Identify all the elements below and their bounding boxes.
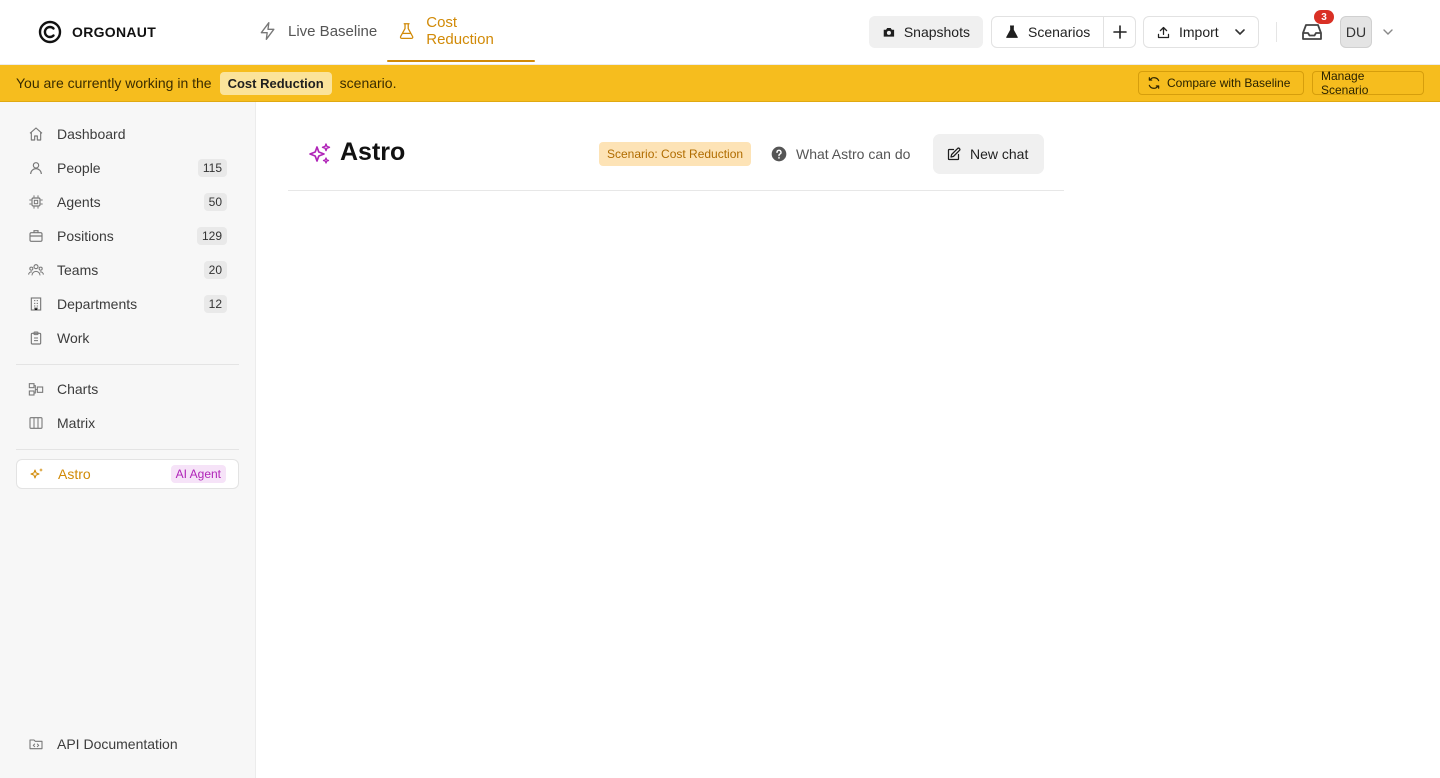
- orgonaut-logo-icon: [38, 20, 62, 44]
- edit-icon: [947, 147, 961, 160]
- sidebar-item-label: Matrix: [57, 415, 96, 431]
- sidebar-item-dashboard[interactable]: Dashboard: [16, 119, 239, 149]
- count-badge: 20: [203, 261, 227, 279]
- sparkles-icon: [309, 143, 331, 164]
- new-chat-label: New chat: [970, 146, 1029, 162]
- sidebar-item-work[interactable]: Work: [16, 323, 239, 353]
- sidebar-item-label: API Documentation: [57, 736, 178, 752]
- snapshots-button[interactable]: Snapshots: [869, 16, 983, 48]
- sidebar-item-charts[interactable]: Charts: [16, 374, 239, 404]
- banner-scenario-chip: Cost Reduction: [219, 71, 332, 95]
- sidebar-item-label: Work: [57, 330, 90, 346]
- top-header: ORGONAUT Live Baseline Cost Reduction Sn…: [0, 0, 1440, 65]
- sidebar-item-astro[interactable]: Astro AI Agent: [16, 459, 239, 489]
- scenarios-label: Scenarios: [1028, 24, 1091, 40]
- scenario-banner: You are currently working in the Cost Re…: [0, 65, 1440, 102]
- flask-icon: [1006, 25, 1018, 38]
- org-chart-icon: [28, 383, 44, 396]
- ai-agent-badge: AI Agent: [170, 465, 226, 483]
- flask-icon: [399, 23, 414, 40]
- sidebar-item-agents[interactable]: Agents 50: [16, 187, 239, 217]
- tab-live-baseline[interactable]: Live Baseline: [258, 0, 377, 62]
- count-badge: 115: [197, 159, 227, 177]
- sidebar-item-label: Agents: [57, 194, 101, 210]
- bolt-icon: [260, 22, 275, 40]
- compare-label: Compare with Baseline: [1167, 76, 1291, 90]
- notification-count-badge: 3: [1314, 10, 1334, 24]
- manage-label: Manage Scenario: [1321, 69, 1369, 97]
- sidebar-divider: [16, 364, 239, 365]
- sidebar-item-departments[interactable]: Departments 12: [16, 289, 239, 319]
- chevron-down-icon[interactable]: [1234, 26, 1246, 38]
- tab-live-baseline-label: Live Baseline: [288, 22, 378, 40]
- team-icon: [28, 264, 44, 276]
- sidebar-item-label: Departments: [57, 296, 138, 312]
- upload-icon: [1157, 26, 1170, 38]
- help-icon: [771, 146, 787, 162]
- chevron-down-icon[interactable]: [1382, 26, 1394, 38]
- import-label: Import: [1179, 24, 1219, 40]
- tab-cost-reduction[interactable]: Cost Reduction: [387, 0, 535, 62]
- clipboard-icon: [30, 331, 42, 345]
- app-logo[interactable]: ORGONAUT: [38, 20, 156, 44]
- sidebar-item-label: People: [57, 160, 101, 176]
- banner-suffix: scenario.: [339, 75, 397, 91]
- snapshots-label: Snapshots: [903, 24, 970, 40]
- sidebar-item-label: Charts: [57, 381, 99, 397]
- banner-prefix: You are currently working in the: [16, 75, 212, 91]
- sidebar-item-label: Dashboard: [57, 126, 126, 142]
- refresh-icon: [1148, 77, 1160, 89]
- person-icon: [30, 162, 42, 175]
- matrix-icon: [29, 417, 43, 429]
- user-avatar[interactable]: DU: [1340, 16, 1372, 48]
- sidebar-item-people[interactable]: People 115: [16, 153, 239, 183]
- active-tab-indicator: [387, 60, 535, 62]
- sidebar-item-positions[interactable]: Positions 129: [16, 221, 239, 251]
- sidebar-item-matrix[interactable]: Matrix: [16, 408, 239, 438]
- sparkles-icon: [30, 468, 43, 479]
- sidebar-item-label: Positions: [57, 228, 114, 244]
- page-title: Astro: [340, 138, 406, 166]
- new-chat-button[interactable]: New chat: [933, 134, 1044, 174]
- what-astro-can-do-link[interactable]: What Astro can do: [771, 142, 910, 166]
- import-button[interactable]: Import: [1143, 16, 1259, 48]
- camera-icon: [883, 27, 895, 37]
- plus-icon: [1112, 25, 1127, 39]
- astro-header: Astro Scenario: Cost Reduction What Astr…: [288, 128, 1064, 191]
- app-name: ORGONAUT: [72, 24, 157, 40]
- scenarios-button[interactable]: Scenarios: [991, 16, 1104, 48]
- sidebar-item-label: Teams: [57, 262, 99, 278]
- compare-with-baseline-button[interactable]: Compare with Baseline: [1138, 71, 1304, 95]
- count-badge: 12: [203, 295, 227, 313]
- tab-cost-reduction-label: Cost Reduction: [426, 14, 494, 48]
- sidebar-item-label: Astro: [58, 466, 91, 482]
- count-badge: 129: [196, 227, 227, 245]
- help-label: What Astro can do: [796, 146, 911, 162]
- chip-icon: [29, 195, 43, 209]
- sidebar-item-teams[interactable]: Teams 20: [16, 255, 239, 285]
- home-icon: [29, 127, 43, 141]
- add-scenario-button[interactable]: [1103, 16, 1136, 48]
- scenario-chip: Scenario: Cost Reduction: [599, 142, 752, 166]
- sidebar-divider: [16, 449, 239, 450]
- header-divider: [1276, 22, 1277, 42]
- sidebar-item-api-documentation[interactable]: API Documentation: [16, 729, 239, 759]
- manage-scenario-button[interactable]: Manage Scenario: [1312, 69, 1424, 97]
- banner-message: You are currently working in the Cost Re…: [16, 65, 396, 101]
- count-badge: 50: [203, 193, 227, 211]
- briefcase-icon: [29, 230, 43, 242]
- building-icon: [30, 297, 42, 311]
- sidebar: Dashboard People 115 Agents 50 Positions…: [0, 102, 256, 778]
- folder-code-icon: [29, 739, 43, 750]
